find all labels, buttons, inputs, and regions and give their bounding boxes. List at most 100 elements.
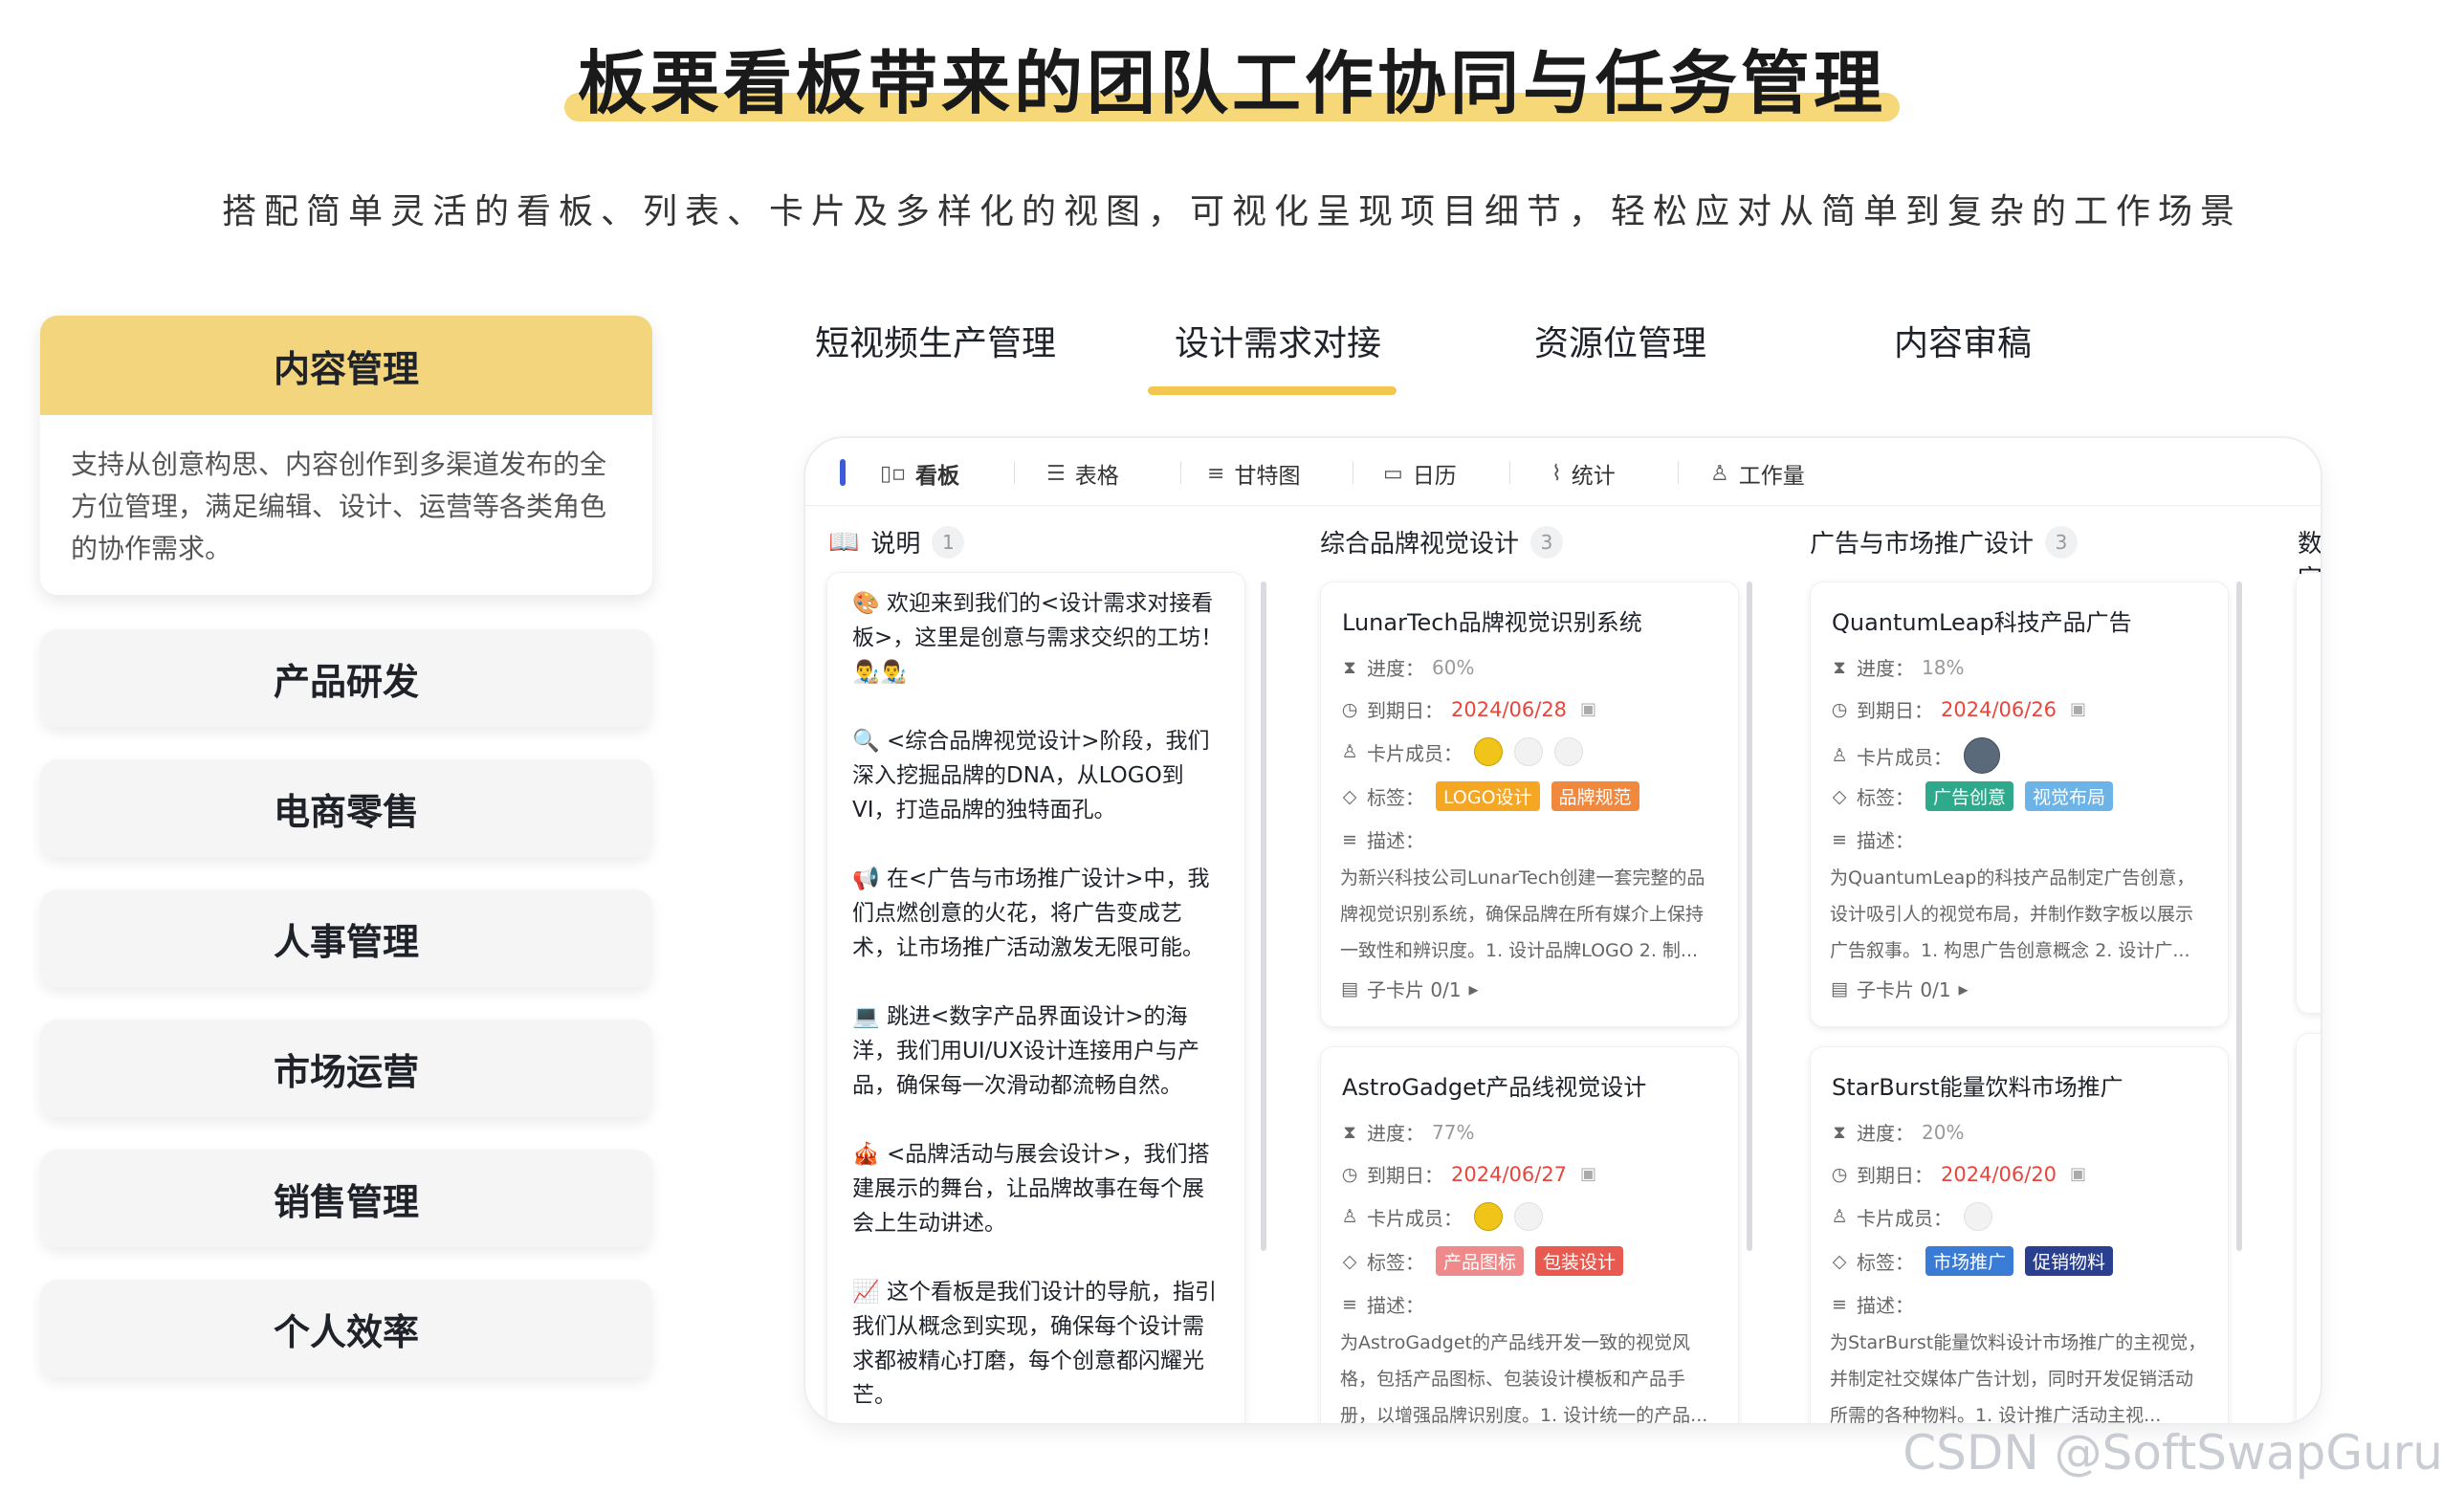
category-active[interactable]: 内容管理 支持从创意构思、内容创作到多渠道发布的全方位管理，满足编辑、设计、运营… xyxy=(40,316,652,595)
active-tab-indicator xyxy=(1148,386,1397,395)
card-subcards[interactable]: ▤ 子卡片 0/1 ▸ xyxy=(1830,975,1969,1002)
view-table-label: 表格 xyxy=(1074,464,1119,489)
tag-badge: LOGO设计 xyxy=(1436,781,1540,811)
kanban-card-partial[interactable] xyxy=(2296,572,2321,1014)
card-progress: ⧗ 进度： 20% xyxy=(1830,1118,1964,1146)
tag-badge: 市场推广 xyxy=(1925,1246,2014,1276)
card-progress: ⧗ 进度： 18% xyxy=(1830,653,1964,681)
calendar-small-icon: ▣ xyxy=(1580,1164,1597,1184)
avatar[interactable] xyxy=(1964,737,2000,774)
view-table[interactable]: ☰ 表格 xyxy=(1046,457,1119,490)
active-view-marker xyxy=(840,459,846,486)
card-progress: ⧗ 进度： 77% xyxy=(1340,1118,1474,1146)
clock-icon: ◷ xyxy=(1341,1163,1358,1185)
card-progress: ⧗ 进度： 60% xyxy=(1340,653,1474,681)
book-icon: 📖 xyxy=(828,527,860,557)
avatar[interactable] xyxy=(1474,737,1503,766)
card-title: AstroGadget产品线视觉设计 xyxy=(1342,1074,1647,1101)
view-workload[interactable]: ♙ 工作量 xyxy=(1710,457,1805,490)
caret-right-icon: ▸ xyxy=(1468,976,1479,1000)
kanban-card[interactable]: LunarTech品牌视觉识别系统 ⧗ 进度： 60% ◷ 到期日： 2024/06/2… xyxy=(1320,581,1739,1027)
progress-label: 进度： xyxy=(1857,657,1914,680)
avatar[interactable] xyxy=(1514,737,1543,766)
progress-label: 进度： xyxy=(1857,1122,1914,1145)
card-tags: ◇ 标签： 产品图标 包装设计 xyxy=(1340,1246,1624,1276)
progress-value: 77% xyxy=(1432,1120,1475,1144)
column-scrollbar[interactable] xyxy=(1747,581,1752,1251)
column-title: 综合品牌视觉设计 xyxy=(1320,530,1520,559)
member-icon: ♙ xyxy=(1341,1206,1358,1227)
card-subcards[interactable]: ▤ 子卡片 0/1 ▸ xyxy=(1340,975,1479,1002)
tags-label: 标签： xyxy=(1857,1251,1914,1274)
progress-value: 60% xyxy=(1432,655,1475,679)
subcard-icon: ▤ xyxy=(1341,977,1358,999)
category-item[interactable]: 个人效率 xyxy=(40,1280,652,1377)
tab-short-video[interactable]: 短视频生产管理 xyxy=(815,316,1056,365)
avatar[interactable] xyxy=(1514,1202,1543,1231)
align-icon: ≡ xyxy=(1342,1293,1357,1315)
due-label: 到期日： xyxy=(1367,1164,1443,1187)
kanban-card-partial[interactable] xyxy=(2296,1033,2321,1423)
page-title: 板栗看板带来的团队工作协同与任务管理 xyxy=(563,27,1900,127)
kanban-card[interactable]: AstroGadget产品线视觉设计 ⧗ 进度： 77% ◷ 到期日： 2024/06/… xyxy=(1320,1046,1739,1423)
progress-value: 20% xyxy=(1922,1120,1965,1144)
divider xyxy=(1678,461,1679,484)
view-stats-label: 统计 xyxy=(1571,464,1616,489)
user-icon: ♙ xyxy=(1710,461,1729,486)
due-date: 2024/06/20 xyxy=(1941,1162,2057,1186)
tag-badge: 广告创意 xyxy=(1925,781,2014,811)
calendar-small-icon: ▣ xyxy=(2070,699,2087,719)
due-date: 2024/06/27 xyxy=(1451,1162,1568,1186)
card-desc-label: ≡ 描述： xyxy=(1340,825,1424,853)
column-title: 广告与市场推广设计 xyxy=(1810,530,2035,559)
column-scrollbar[interactable] xyxy=(2236,581,2242,1251)
tags-label: 标签： xyxy=(1857,786,1914,809)
caret-right-icon: ▸ xyxy=(1958,976,1969,1000)
kanban-card[interactable]: QuantumLeap科技产品广告 ⧗ 进度： 18% ◷ 到期日： 2024/06/2… xyxy=(1810,581,2229,1027)
tag-icon: ◇ xyxy=(1342,785,1357,807)
view-calendar[interactable]: ▭ 日历 xyxy=(1383,457,1457,490)
column-title: 说明 xyxy=(870,530,921,559)
subcard-label: 子卡片 0/1 xyxy=(1367,978,1462,1001)
column-scrollbar[interactable] xyxy=(1261,581,1266,1251)
explain-card[interactable]: 🎨 欢迎来到我们的<设计需求对接看板>，这里是创意与需求交织的工坊！👨‍🎨👨‍🎨… xyxy=(826,572,1245,1423)
category-item[interactable]: 人事管理 xyxy=(40,889,652,987)
category-item[interactable]: 产品研发 xyxy=(40,629,652,727)
clock-icon: ◷ xyxy=(1831,1163,1848,1185)
card-desc-label: ≡ 描述： xyxy=(1830,1290,1914,1318)
chart-icon: ⌇ xyxy=(1551,461,1562,486)
avatar[interactable] xyxy=(1474,1202,1503,1231)
avatar[interactable] xyxy=(1554,737,1583,766)
tab-content-review[interactable]: 内容审稿 xyxy=(1894,316,2032,365)
card-members: ♙ 卡片成员： xyxy=(1340,737,1583,766)
card-members: ♙ 卡片成员： xyxy=(1830,737,2000,774)
kanban-board-panel: ▯▫ 看板 ☰ 表格 ≡ 甘特图 ▭ 日历 ⌇ 统计 ♙ 工作量 📖 说明 1 … xyxy=(805,438,2321,1423)
category-item[interactable]: 销售管理 xyxy=(40,1150,652,1247)
watermark: CSDN @SoftSwapGuru xyxy=(1903,1425,2443,1481)
page-subtitle: 搭配简单灵活的看板、列表、卡片及多样化的视图，可视化呈现项目细节，轻松应对从简单… xyxy=(221,192,2242,231)
category-item[interactable]: 电商零售 xyxy=(40,759,652,857)
view-toolbar: ▯▫ 看板 ☰ 表格 ≡ 甘特图 ▭ 日历 ⌇ 统计 ♙ 工作量 xyxy=(805,438,2321,506)
kanban-card[interactable]: StarBurst能量饮料市场推广 ⧗ 进度： 20% ◷ 到期日： 2024/06/2… xyxy=(1810,1046,2229,1423)
card-description: 为新兴科技公司LunarTech创建一套完整的品牌视觉识别系统，确保品牌在所有媒… xyxy=(1340,867,1705,961)
list-icon: ☰ xyxy=(1046,461,1066,486)
member-icon: ♙ xyxy=(1831,1206,1848,1227)
tag-badge: 产品图标 xyxy=(1436,1246,1525,1276)
avatar[interactable] xyxy=(1964,1202,1992,1231)
column-count: 1 xyxy=(932,525,965,559)
tab-design-requests[interactable]: 设计需求对接 xyxy=(1175,316,1381,365)
divider xyxy=(1014,461,1015,484)
view-gantt-label: 甘特图 xyxy=(1234,464,1301,489)
view-kanban[interactable]: ▯▫ 看板 xyxy=(880,457,959,490)
view-stats[interactable]: ⌇ 统计 xyxy=(1551,457,1616,490)
category-item[interactable]: 市场运营 xyxy=(40,1020,652,1117)
card-description: 为QuantumLeap的科技产品制定广告创意，设计吸引人的视觉布局，并制作数字… xyxy=(1830,867,2195,961)
subcard-icon: ▤ xyxy=(1831,977,1848,999)
tag-icon: ◇ xyxy=(1832,785,1847,807)
kanban-icon: ▯▫ xyxy=(880,461,907,486)
card-tags: ◇ 标签： LOGO设计 品牌规范 xyxy=(1340,781,1639,811)
view-kanban-label: 看板 xyxy=(915,464,960,489)
column-count: 3 xyxy=(2045,525,2079,559)
tab-resource-slots[interactable]: 资源位管理 xyxy=(1534,316,1706,365)
view-gantt[interactable]: ≡ 甘特图 xyxy=(1207,457,1300,490)
